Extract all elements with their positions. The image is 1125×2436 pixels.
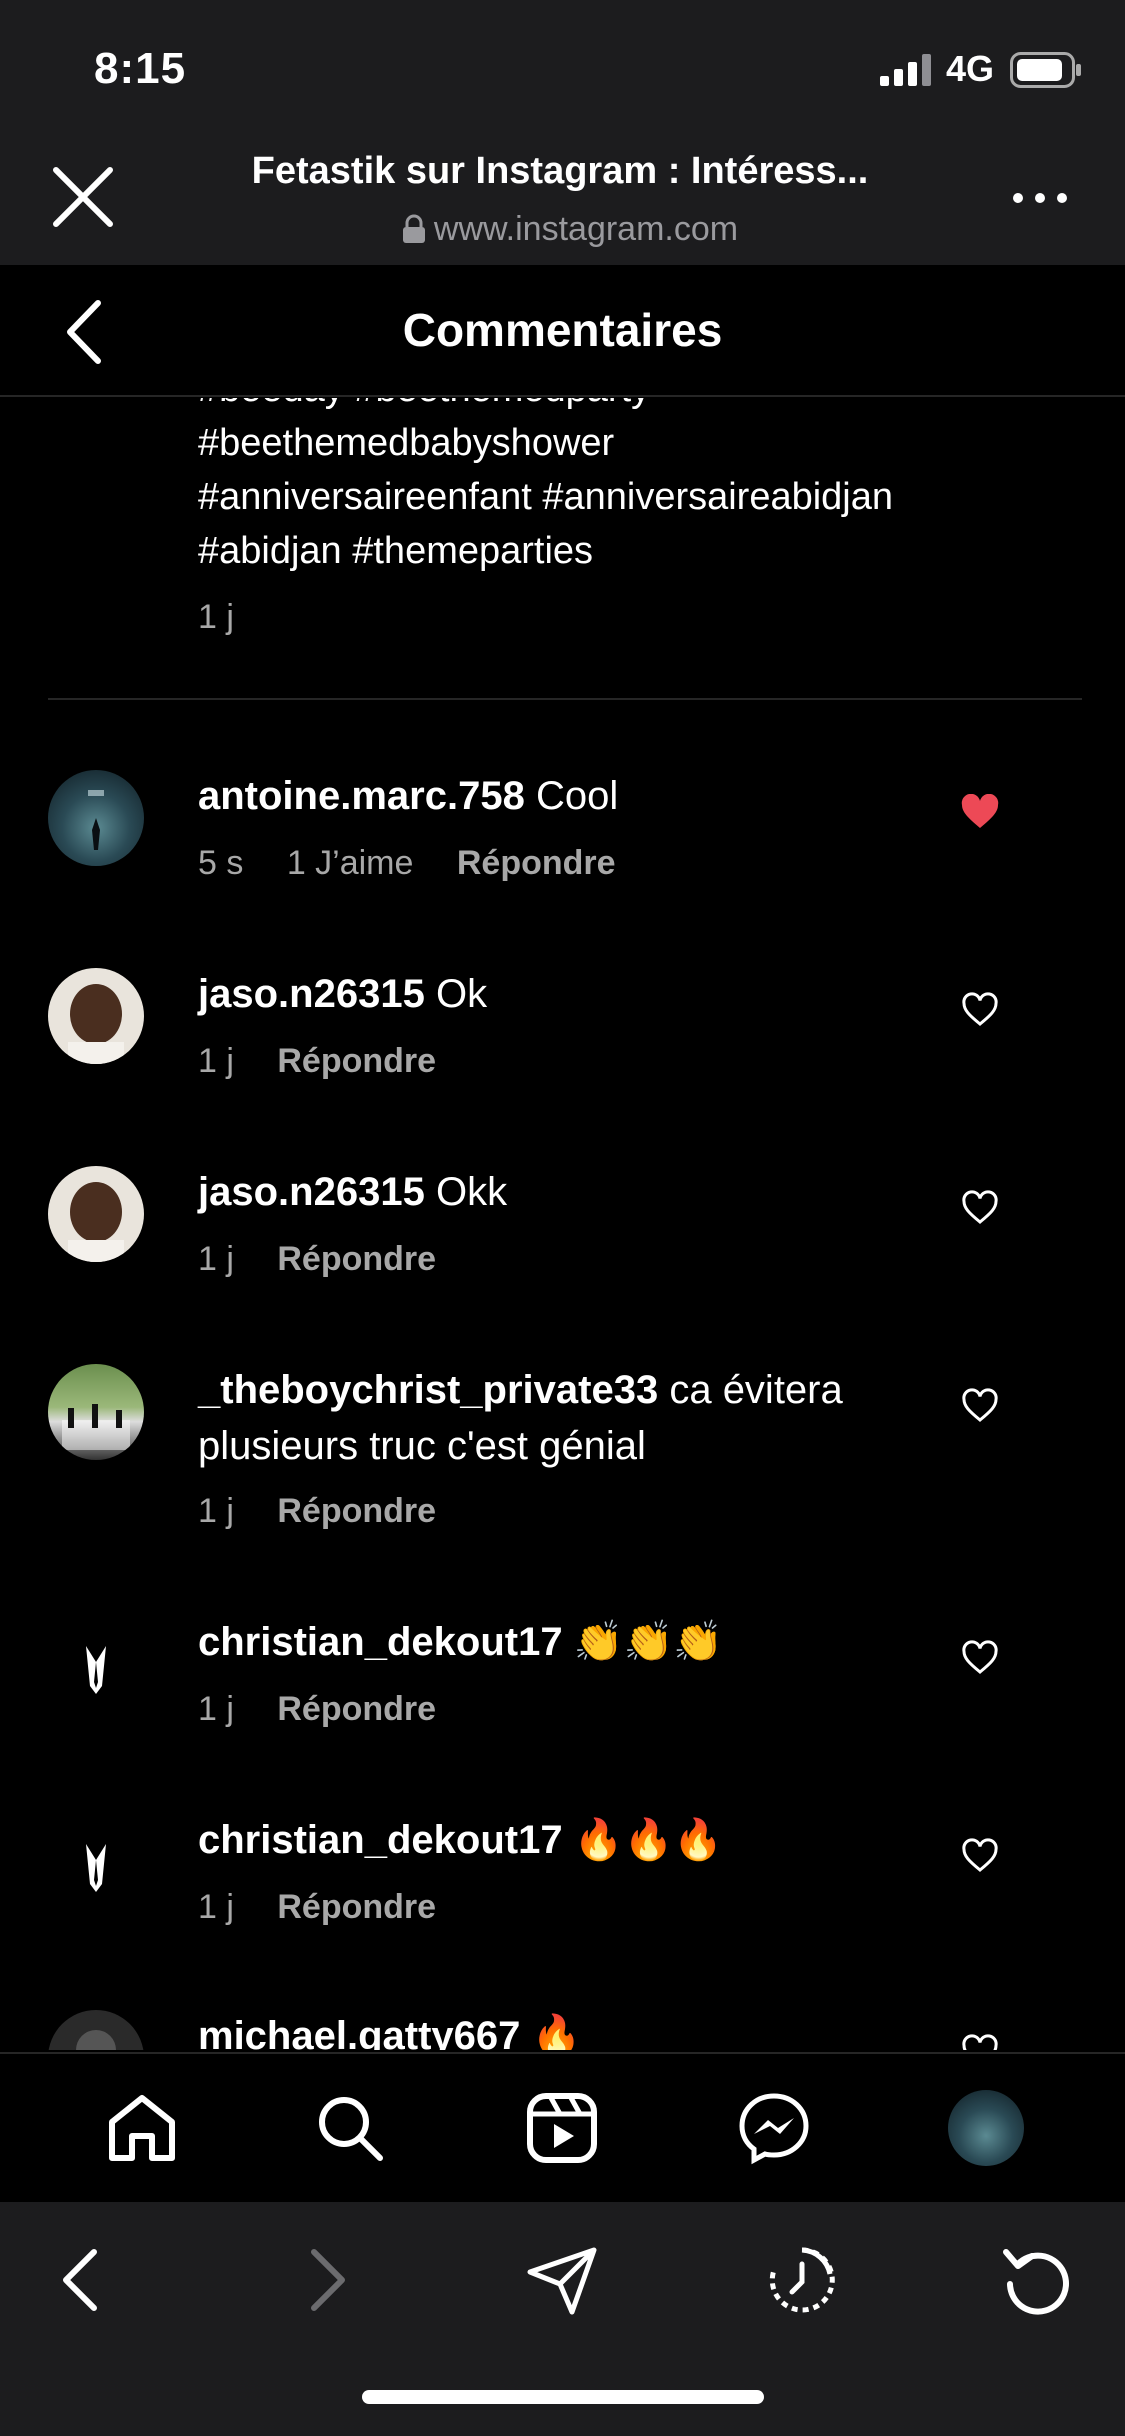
comment-time: 1 j xyxy=(198,1888,234,1926)
forward-icon[interactable] xyxy=(286,2242,362,2318)
reply-button[interactable]: Répondre xyxy=(277,1888,436,1926)
comment-text: christian_dekout17 👏👏👏 xyxy=(198,1614,958,1670)
heart-filled-icon[interactable] xyxy=(960,794,1000,830)
url-text: www.instagram.com xyxy=(433,210,739,248)
instagram-tab-bar xyxy=(0,2052,1125,2202)
avatar[interactable] xyxy=(48,770,144,866)
comment-time: 5 s xyxy=(198,844,244,882)
status-bar: 8:15 4G xyxy=(0,0,1125,130)
history-icon[interactable] xyxy=(764,2242,840,2318)
comment-meta: 1 j Répondre xyxy=(198,1240,470,1279)
page-title: Fetastik sur Instagram : Intéress... xyxy=(251,150,869,192)
comment-username[interactable]: michael.gatty667 xyxy=(198,2014,520,2050)
heart-outline-icon[interactable] xyxy=(960,1190,1000,1226)
reply-button[interactable]: Répondre xyxy=(277,1042,436,1080)
avatar[interactable] xyxy=(48,1616,144,1712)
comment-body: Ok xyxy=(435,972,488,1016)
comment-body: 🔥🔥🔥 xyxy=(573,1818,724,1862)
divider xyxy=(48,698,1082,700)
reply-button[interactable]: Répondre xyxy=(277,1240,436,1278)
caption-time: 1 j xyxy=(198,598,234,636)
caption-line: #abidjan #themeparties xyxy=(198,530,594,572)
comment-time: 1 j xyxy=(198,1492,234,1530)
more-options-icon[interactable] xyxy=(1010,188,1070,208)
comment-username[interactable]: christian_dekout17 xyxy=(198,1620,563,1664)
comment-meta: 1 j Répondre xyxy=(198,1690,470,1729)
comment-text: christian_dekout17 🔥🔥🔥 xyxy=(198,1812,958,1868)
comments-header: Commentaires xyxy=(0,265,1125,397)
heart-outline-icon[interactable] xyxy=(960,992,1000,1028)
heart-outline-icon[interactable] xyxy=(960,1838,1000,1874)
browser-header: Fetastik sur Instagram : Intéress... www… xyxy=(0,130,1125,265)
messenger-icon[interactable] xyxy=(736,2090,812,2166)
comment-body: 🔥 xyxy=(531,2014,582,2050)
comment-time: 1 j xyxy=(198,1240,234,1278)
battery-icon xyxy=(1010,52,1081,88)
comment-text: _theboychrist_private33 ca évitera plusi… xyxy=(198,1362,958,1474)
page-url: www.instagram.com xyxy=(360,210,780,249)
comment-username[interactable]: jaso.n26315 xyxy=(198,972,425,1016)
avatar[interactable] xyxy=(48,1166,144,1262)
reply-button[interactable]: Répondre xyxy=(277,1492,436,1530)
status-time: 8:15 xyxy=(94,44,187,93)
caption-line: #beeday #beethemedparty xyxy=(198,398,1078,416)
reload-icon[interactable] xyxy=(1000,2242,1076,2318)
reply-button[interactable]: Répondre xyxy=(277,1690,436,1728)
comment-username[interactable]: jaso.n26315 xyxy=(198,1170,425,1214)
share-icon[interactable] xyxy=(524,2242,600,2318)
comment-time: 1 j xyxy=(198,1690,234,1728)
close-icon[interactable] xyxy=(48,162,118,232)
home-icon[interactable] xyxy=(104,2090,180,2166)
comment-username[interactable]: christian_dekout17 xyxy=(198,1818,563,1862)
comment-text: antoine.marc.758 Cool xyxy=(198,768,958,824)
comments-list[interactable]: #beeday #beethemedparty #beethemedbabysh… xyxy=(0,398,1125,2050)
caption-line: #anniversaireenfant #anniversaireabidjan xyxy=(198,476,894,518)
cellular-signal-icon xyxy=(880,54,931,86)
comment-text: jaso.n26315 Ok xyxy=(198,966,958,1022)
post-caption: #beeday #beethemedparty #beethemedbabysh… xyxy=(198,398,1078,578)
avatar[interactable] xyxy=(48,1364,144,1460)
comment-body: 👏👏👏 xyxy=(573,1620,724,1664)
comment-username[interactable]: antoine.marc.758 xyxy=(198,774,525,818)
network-type: 4G xyxy=(946,48,995,89)
reply-button[interactable]: Répondre xyxy=(457,844,616,882)
avatar[interactable] xyxy=(48,968,144,1064)
avatar[interactable] xyxy=(48,2010,144,2050)
comment-meta: 1 j Répondre xyxy=(198,1042,470,1081)
heart-outline-icon[interactable] xyxy=(960,1388,1000,1424)
back-icon[interactable] xyxy=(46,2242,122,2318)
home-indicator[interactable] xyxy=(362,2390,764,2404)
comment-likes[interactable]: 1 J’aime xyxy=(287,844,414,882)
comment-text: michael.gatty667 🔥 xyxy=(198,2008,958,2050)
comment-meta: 1 j Répondre xyxy=(198,1888,470,1927)
heart-outline-icon[interactable] xyxy=(960,1640,1000,1676)
search-icon[interactable] xyxy=(312,2090,388,2166)
reels-icon[interactable] xyxy=(524,2090,600,2166)
heart-outline-icon[interactable] xyxy=(960,2034,1000,2050)
comments-title: Commentaires xyxy=(402,304,723,356)
comment-username[interactable]: _theboychrist_private33 xyxy=(198,1368,658,1412)
caption-line: #beethemedbabyshower xyxy=(198,422,615,464)
lock-icon xyxy=(402,214,425,243)
comment-body: Cool xyxy=(535,774,619,818)
comment-meta: 5 s 1 J’aime Répondre xyxy=(198,844,650,883)
comment-text: jaso.n26315 Okk xyxy=(198,1164,958,1220)
profile-avatar[interactable] xyxy=(948,2090,1024,2166)
comment-time: 1 j xyxy=(198,1042,234,1080)
phone-screen: 8:15 4G Fetastik sur Instagram : Intéres… xyxy=(0,0,1125,2436)
comment-meta: 1 j Répondre xyxy=(198,1492,470,1531)
avatar[interactable] xyxy=(48,1814,144,1910)
comment-body: Okk xyxy=(435,1170,508,1214)
